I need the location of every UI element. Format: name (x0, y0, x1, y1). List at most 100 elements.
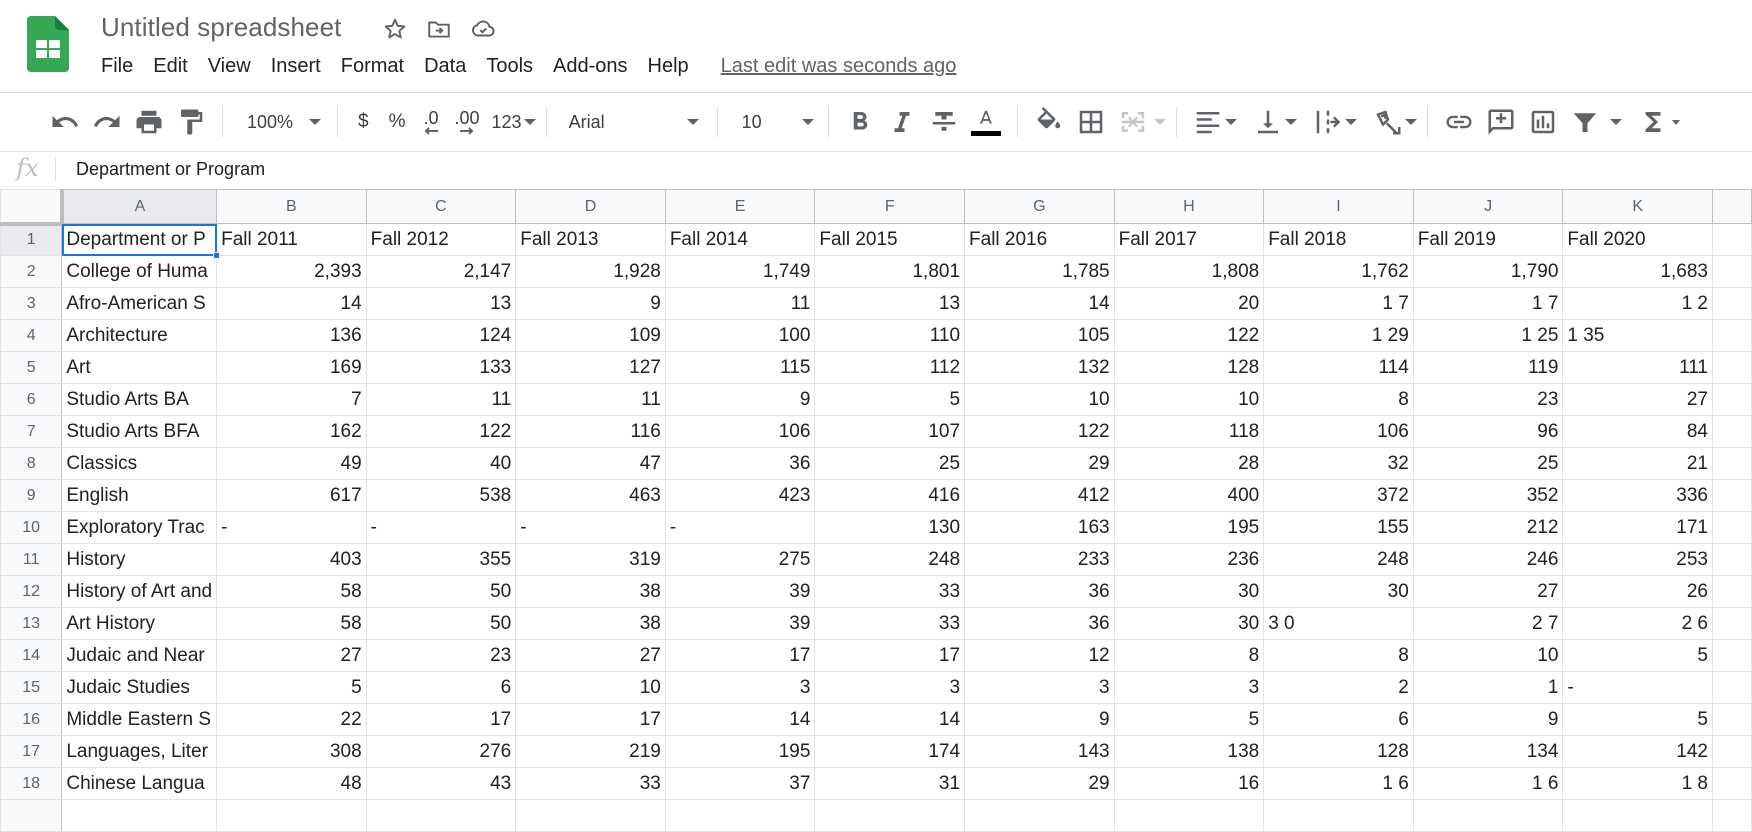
cell-l14[interactable] (1711, 639, 1752, 672)
cell-h18[interactable]: 16 (1113, 767, 1265, 800)
cell-f1[interactable]: Fall 2015 (814, 223, 966, 256)
cell-d10[interactable]: - (515, 511, 666, 544)
cell-b4[interactable]: 136 (216, 319, 367, 352)
cell-c17[interactable]: 276 (365, 735, 517, 768)
cell-h1[interactable]: Fall 2017 (1113, 223, 1265, 256)
cell-k18[interactable]: 1 8 (1562, 767, 1713, 800)
cell-h7[interactable]: 118 (1113, 415, 1265, 448)
row-header[interactable]: 9 (0, 479, 63, 512)
column-header-k[interactable]: K (1562, 189, 1713, 224)
cell-h17[interactable]: 138 (1113, 735, 1265, 768)
cell-e16[interactable]: 14 (664, 703, 816, 736)
cell-a4[interactable]: Architecture (61, 319, 218, 352)
font-family-select[interactable]: Arial (557, 104, 707, 140)
cell-a13[interactable]: Art History (61, 607, 218, 640)
more-formats-button[interactable]: 123 (492, 104, 536, 140)
row-header[interactable]: 4 (0, 319, 63, 352)
cell-j15[interactable]: 1 (1412, 671, 1564, 704)
cell-c7[interactable]: 122 (365, 415, 517, 448)
cell-a15[interactable]: Judaic Studies (61, 671, 218, 704)
row-header[interactable]: 6 (0, 383, 63, 416)
cell-e4[interactable]: 100 (664, 319, 816, 352)
cell-j9[interactable]: 352 (1412, 479, 1564, 512)
cell-k6[interactable]: 27 (1562, 383, 1713, 416)
text-wrap-button[interactable] (1307, 104, 1357, 140)
cell-l9[interactable] (1711, 479, 1752, 512)
cell-g15[interactable]: 3 (964, 671, 1115, 704)
row-header[interactable] (0, 799, 63, 832)
cell-a8[interactable]: Classics (61, 447, 218, 480)
cell-b10[interactable]: - (216, 511, 367, 544)
text-color-button[interactable] (965, 104, 1007, 140)
cell-c1[interactable]: Fall 2012 (365, 223, 517, 256)
bold-button[interactable] (839, 104, 881, 140)
cell-h13[interactable]: 30 (1113, 607, 1265, 640)
insert-chart-button[interactable] (1522, 104, 1564, 140)
cell-fx[interactable] (814, 799, 966, 832)
cell-i14[interactable]: 8 (1263, 639, 1414, 672)
cell-d8[interactable]: 47 (515, 447, 666, 480)
cell-b16[interactable]: 22 (216, 703, 367, 736)
cell-l17[interactable] (1711, 735, 1752, 768)
cell-j1[interactable]: Fall 2019 (1412, 223, 1564, 256)
cell-ix[interactable] (1263, 799, 1414, 832)
cell-lx[interactable] (1711, 799, 1752, 832)
cell-j4[interactable]: 1 25 (1412, 319, 1564, 352)
cell-i18[interactable]: 1 6 (1263, 767, 1414, 800)
strikethrough-button[interactable] (923, 104, 965, 140)
cell-h10[interactable]: 195 (1113, 511, 1265, 544)
column-header-e[interactable]: E (664, 189, 816, 224)
cell-b17[interactable]: 308 (216, 735, 367, 768)
row-header[interactable]: 17 (0, 735, 63, 768)
cell-k10[interactable]: 171 (1562, 511, 1713, 544)
cell-i12[interactable]: 30 (1263, 575, 1414, 608)
last-edit-link[interactable]: Last edit was seconds ago (721, 55, 957, 78)
cell-i1[interactable]: Fall 2018 (1263, 223, 1414, 256)
row-header[interactable]: 12 (0, 575, 63, 608)
cell-i16[interactable]: 6 (1263, 703, 1414, 736)
cell-i3[interactable]: 1 7 (1263, 287, 1414, 320)
cell-e10[interactable]: - (664, 511, 816, 544)
cell-h9[interactable]: 400 (1113, 479, 1265, 512)
filter-button[interactable] (1564, 104, 1622, 140)
decrease-decimal-button[interactable]: .0 (423, 104, 439, 140)
cell-d16[interactable]: 17 (515, 703, 666, 736)
font-size-select[interactable]: 10 (728, 104, 818, 140)
cell-h15[interactable]: 3 (1113, 671, 1265, 704)
cell-f4[interactable]: 110 (814, 319, 966, 352)
cell-f15[interactable]: 3 (814, 671, 966, 704)
cell-g14[interactable]: 12 (964, 639, 1115, 672)
cell-e13[interactable]: 39 (664, 607, 816, 640)
menu-tools[interactable]: Tools (486, 53, 533, 80)
cell-j5[interactable]: 119 (1412, 351, 1564, 384)
cell-g8[interactable]: 29 (964, 447, 1115, 480)
cell-b2[interactable]: 2,393 (216, 255, 367, 288)
cell-e5[interactable]: 115 (664, 351, 816, 384)
cell-jx[interactable] (1412, 799, 1564, 832)
cell-f7[interactable]: 107 (814, 415, 966, 448)
cell-e12[interactable]: 39 (664, 575, 816, 608)
cell-k14[interactable]: 5 (1562, 639, 1713, 672)
sheets-logo-icon[interactable] (27, 16, 69, 72)
cell-g10[interactable]: 163 (964, 511, 1115, 544)
cell-e17[interactable]: 195 (664, 735, 816, 768)
row-header[interactable]: 14 (0, 639, 63, 672)
move-to-folder-icon[interactable] (426, 16, 452, 42)
cell-f11[interactable]: 248 (814, 543, 966, 576)
cell-c4[interactable]: 124 (365, 319, 517, 352)
cell-d18[interactable]: 33 (515, 767, 666, 800)
cell-h8[interactable]: 28 (1113, 447, 1265, 480)
cell-f9[interactable]: 416 (814, 479, 966, 512)
paint-format-button[interactable] (170, 104, 212, 140)
cell-a12[interactable]: History of Art and (61, 575, 218, 608)
cell-c16[interactable]: 17 (365, 703, 517, 736)
cell-h2[interactable]: 1,808 (1113, 255, 1265, 288)
cell-l16[interactable] (1711, 703, 1752, 736)
menu-add-ons[interactable]: Add-ons (553, 53, 628, 80)
cell-g6[interactable]: 10 (964, 383, 1115, 416)
cell-h16[interactable]: 5 (1113, 703, 1265, 736)
cell-j8[interactable]: 25 (1412, 447, 1564, 480)
format-percent-button[interactable]: % (389, 111, 406, 133)
cell-b14[interactable]: 27 (216, 639, 367, 672)
cell-h6[interactable]: 10 (1113, 383, 1265, 416)
